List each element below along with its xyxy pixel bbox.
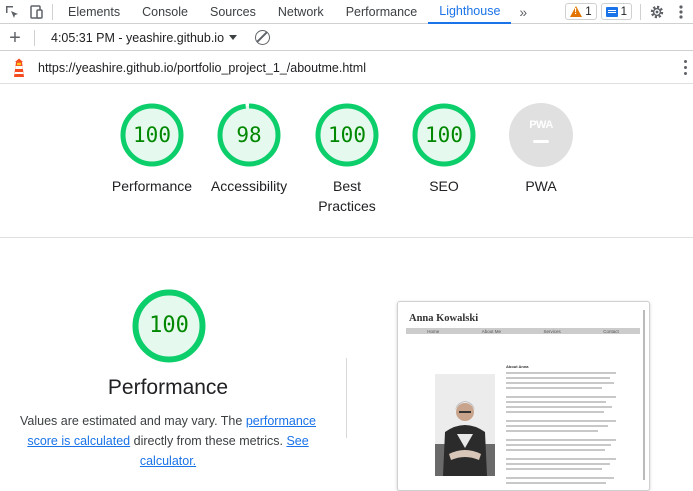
score-value: 100 [133, 123, 171, 147]
score-ring: 98 [217, 103, 281, 167]
thumbnail-site-name: Anna Kowalski [409, 313, 479, 324]
pwa-badge-icon: PWA [509, 103, 573, 167]
tab-network[interactable]: Network [267, 0, 335, 24]
score-gauge-pwa[interactable]: PWA PWA [486, 103, 596, 196]
messages-count: 1 [620, 5, 627, 18]
desc-text-2: directly from these metrics. [130, 434, 287, 448]
messages-badge[interactable]: 1 [600, 3, 632, 20]
pwa-badge-text: PWA [529, 119, 553, 131]
score-ring: 100 [315, 103, 379, 167]
lighthouse-toolbar: + 4:05:31 PM - yeashire.github.io [0, 25, 693, 51]
thumbnail-nav-item: About Me [481, 328, 501, 334]
report-selector[interactable]: 4:05:31 PM - yeashire.github.io [39, 30, 238, 45]
report-url-bar: https://yeashire.github.io/portfolio_pro… [0, 52, 693, 84]
vertical-divider [346, 358, 347, 438]
warning-icon [570, 6, 583, 17]
performance-score-value: 100 [149, 313, 189, 338]
thumbnail-nav-item: Services [543, 328, 561, 334]
toolbar-separator [34, 29, 35, 46]
score-label: PWA [525, 178, 557, 194]
score-ring: 100 [412, 103, 476, 167]
portrait-photo [435, 374, 495, 476]
thumbnail-nav: Home About Me Services Contact [406, 328, 640, 334]
desc-text-1: Values are estimated and may vary. The [20, 414, 246, 428]
thumbnail-heading: About Anna [506, 364, 529, 369]
thumbnail-nav-item: Contact [603, 328, 619, 334]
lighthouse-logo-icon [0, 58, 38, 78]
message-icon [605, 6, 618, 17]
score-label: SEO [429, 178, 459, 194]
score-value: 100 [425, 123, 463, 147]
score-label: Accessibility [210, 178, 288, 194]
performance-score-gauge: 100 [132, 289, 206, 363]
plus-icon[interactable]: + [0, 25, 30, 51]
devtools-tab-bar: Elements Console Sources Network Perform… [0, 0, 693, 24]
score-gauge-best-practices[interactable]: 100 Best Practices [292, 103, 402, 216]
score-value: 98 [236, 123, 262, 147]
score-gauge-accessibility[interactable]: 98 Accessibility [194, 103, 304, 196]
toolbar-separator [52, 3, 53, 20]
kebab-menu-icon[interactable] [684, 60, 687, 75]
device-toolbar-icon[interactable] [24, 0, 48, 24]
tab-console[interactable]: Console [131, 0, 199, 24]
tab-sources[interactable]: Sources [199, 0, 267, 24]
settings-gear-icon[interactable] [645, 0, 669, 24]
dropdown-caret-icon [229, 35, 238, 40]
tab-elements[interactable]: Elements [57, 0, 131, 24]
report-selector-label: 4:05:31 PM - yeashire.github.io [51, 30, 225, 45]
tab-lighthouse[interactable]: Lighthouse [428, 0, 512, 24]
tab-performance[interactable]: Performance [335, 0, 429, 24]
score-gauge-seo[interactable]: 100 SEO [389, 103, 499, 196]
score-label: Performance [111, 178, 193, 194]
warnings-count: 1 [585, 5, 592, 18]
clear-all-icon[interactable] [255, 30, 271, 45]
thumbnail-nav-item: Home [427, 328, 440, 334]
more-tabs-icon[interactable]: » [511, 4, 535, 20]
toolbar-separator [640, 3, 641, 20]
report-url[interactable]: https://yeashire.github.io/portfolio_pro… [38, 61, 366, 75]
warnings-badge[interactable]: 1 [565, 3, 597, 20]
score-gauge-performance[interactable]: 100 Performance [97, 103, 207, 196]
inspect-element-icon[interactable] [0, 0, 24, 24]
section-divider [0, 237, 693, 238]
final-screenshot-thumbnail[interactable]: Anna Kowalski Home About Me Services Con… [397, 301, 650, 491]
score-ring: 100 [120, 103, 184, 167]
performance-description: Values are estimated and may vary. The p… [20, 411, 316, 471]
performance-title: Performance [107, 376, 229, 399]
score-label: Best Practices [318, 178, 376, 214]
thumbnail-scrollbar [643, 310, 645, 480]
score-value: 100 [328, 123, 366, 147]
kebab-menu-icon[interactable] [669, 0, 693, 24]
